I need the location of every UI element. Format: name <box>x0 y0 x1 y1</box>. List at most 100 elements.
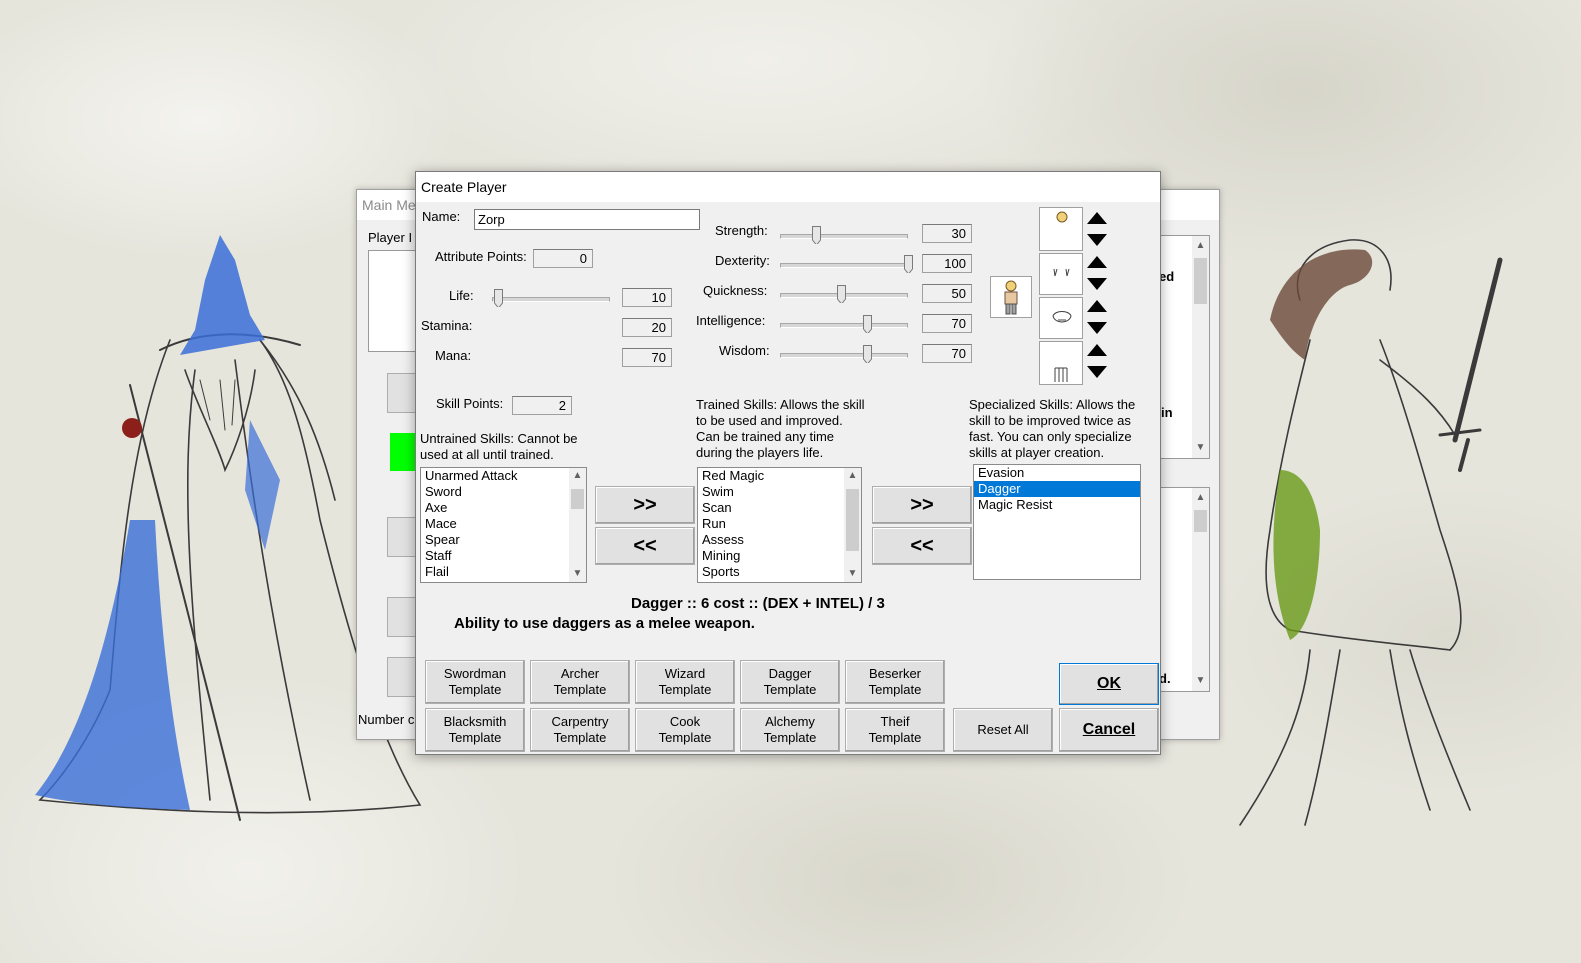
wisdom-field: 70 <box>922 344 972 363</box>
scroll-down-icon[interactable]: ▼ <box>844 566 861 582</box>
wisdom-slider[interactable] <box>780 345 908 365</box>
mana-label: Mana: <box>435 348 472 363</box>
legs-up-arrow-icon[interactable] <box>1083 339 1111 361</box>
wizard-template-button[interactable]: Wizard Template <box>635 660 735 704</box>
life-slider-thumb[interactable] <box>493 289 503 307</box>
list-item[interactable]: Magic Resist <box>974 497 1140 513</box>
scroll-up-icon[interactable]: ▲ <box>1192 238 1209 254</box>
quickness-field: 50 <box>922 284 972 303</box>
trained-scrollbar[interactable]: ▲ ▼ <box>844 468 861 582</box>
scroll-thumb[interactable] <box>571 489 584 509</box>
attribute-points-field: 0 <box>533 249 593 268</box>
hair-up-arrow-icon[interactable] <box>1083 207 1111 229</box>
legs-down-arrow-icon[interactable] <box>1083 361 1111 383</box>
untrained-description: Untrained Skills: Cannot be used at all … <box>420 431 578 462</box>
list-item[interactable]: Scan <box>698 500 861 516</box>
wizard-hat-shape <box>180 235 265 355</box>
list-item[interactable]: Unarmed Attack <box>421 468 586 484</box>
trained-description: Trained Skills: Allows the skill to be u… <box>696 397 865 460</box>
list-item[interactable]: Flail <box>421 564 586 580</box>
ok-button[interactable]: OK <box>1059 663 1159 705</box>
list-item[interactable]: Mining <box>698 548 861 564</box>
intelligence-slider-track <box>780 323 908 328</box>
hair-down-arrow-icon[interactable] <box>1083 229 1111 251</box>
red-orb-shape <box>122 418 142 438</box>
intelligence-slider[interactable] <box>780 315 908 335</box>
strength-label: Strength: <box>715 223 768 238</box>
list-item[interactable]: Axe <box>421 500 586 516</box>
scroll-thumb[interactable] <box>1194 258 1207 304</box>
cancel-button[interactable]: Cancel <box>1059 708 1159 752</box>
scroll-down-icon[interactable]: ▼ <box>1192 673 1209 689</box>
wisdom-slider-thumb[interactable] <box>863 345 873 363</box>
unspecialize-skill-button[interactable]: << <box>872 527 972 565</box>
list-item[interactable]: Assess <box>698 532 861 548</box>
strength-slider[interactable] <box>780 226 908 246</box>
list-item[interactable]: Spear <box>421 532 586 548</box>
face-preview <box>1039 297 1083 339</box>
dexterity-slider[interactable] <box>780 255 913 275</box>
list-item[interactable]: Staff <box>421 548 586 564</box>
intelligence-field: 70 <box>922 314 972 333</box>
list-item[interactable]: Evasion <box>974 465 1140 481</box>
dagger-template-button[interactable]: Dagger Template <box>740 660 840 704</box>
train-skill-button[interactable]: >> <box>595 486 695 524</box>
wisdom-label: Wisdom: <box>719 343 770 358</box>
intelligence-slider-thumb[interactable] <box>863 315 873 333</box>
list-item[interactable]: Sports <box>698 564 861 580</box>
skill-points-label: Skill Points: <box>436 396 504 411</box>
life-slider-track <box>492 297 610 302</box>
untrained-skills-list[interactable]: Unarmed Attack Sword Axe Mace Spear Staf… <box>420 467 587 583</box>
quickness-slider-thumb[interactable] <box>837 285 847 303</box>
quickness-slider[interactable] <box>780 285 908 305</box>
eyes-up-arrow-icon[interactable] <box>1083 251 1111 273</box>
untrain-skill-button[interactable]: << <box>595 527 695 565</box>
dexterity-label: Dexterity: <box>715 253 770 268</box>
scroll-thumb[interactable] <box>846 489 859 551</box>
list-item[interactable]: Mace <box>421 516 586 532</box>
beserker-template-button[interactable]: Beserker Template <box>845 660 945 704</box>
list-item[interactable]: Sword <box>421 484 586 500</box>
strength-slider-thumb[interactable] <box>811 226 821 244</box>
name-input[interactable] <box>474 209 700 230</box>
trained-skills-list[interactable]: Red Magic Swim Scan Run Assess Mining Sp… <box>697 467 862 583</box>
create-player-dialog: Create Player Name: Attribute Points: 0 … <box>415 171 1161 755</box>
scroll-down-icon[interactable]: ▼ <box>1192 440 1209 456</box>
theif-template-button[interactable]: Theif Template <box>845 708 945 752</box>
main-right-list-2[interactable]: d. ▲ ▼ <box>1156 487 1210 692</box>
untrained-scrollbar[interactable]: ▲ ▼ <box>569 468 586 582</box>
eyes-preview <box>1039 253 1083 295</box>
dexterity-slider-track <box>780 263 908 268</box>
scroll-down-icon[interactable]: ▼ <box>569 566 586 582</box>
dexterity-slider-thumb[interactable] <box>904 255 913 273</box>
right-list-1-scrollbar[interactable]: ▲ ▼ <box>1192 236 1209 458</box>
reset-all-button[interactable]: Reset All <box>953 708 1053 752</box>
right-list-2-scrollbar[interactable]: ▲ ▼ <box>1192 488 1209 691</box>
list-item[interactable]: Swim <box>698 484 861 500</box>
archer-template-button[interactable]: Archer Template <box>530 660 630 704</box>
specialize-skill-button[interactable]: >> <box>872 486 972 524</box>
scroll-up-icon[interactable]: ▲ <box>844 468 861 484</box>
specialized-skills-list[interactable]: Evasion Dagger Magic Resist <box>973 464 1141 580</box>
scroll-up-icon[interactable]: ▲ <box>569 468 586 484</box>
legs-icon <box>1054 367 1068 382</box>
scroll-up-icon[interactable]: ▲ <box>1192 490 1209 506</box>
scroll-thumb[interactable] <box>1194 510 1207 532</box>
strength-slider-track <box>780 234 908 239</box>
life-slider[interactable] <box>492 289 610 309</box>
carpentry-template-button[interactable]: Carpentry Template <box>530 708 630 752</box>
face-up-arrow-icon[interactable] <box>1083 295 1111 317</box>
main-right-list-1[interactable]: ed in ▲ ▼ <box>1156 235 1210 459</box>
cook-template-button[interactable]: Cook Template <box>635 708 735 752</box>
number-label: Number c <box>358 712 415 727</box>
stamina-field: 20 <box>622 318 672 337</box>
list-item[interactable]: Dagger <box>974 481 1140 497</box>
face-down-arrow-icon[interactable] <box>1083 317 1111 339</box>
eyes-down-arrow-icon[interactable] <box>1083 273 1111 295</box>
blacksmith-template-button[interactable]: Blacksmith Template <box>425 708 525 752</box>
list-item[interactable]: Red Magic <box>698 468 861 484</box>
alchemy-template-button[interactable]: Alchemy Template <box>740 708 840 752</box>
warrior-illustration <box>1239 239 1503 826</box>
list-item[interactable]: Run <box>698 516 861 532</box>
swordman-template-button[interactable]: Swordman Template <box>425 660 525 704</box>
